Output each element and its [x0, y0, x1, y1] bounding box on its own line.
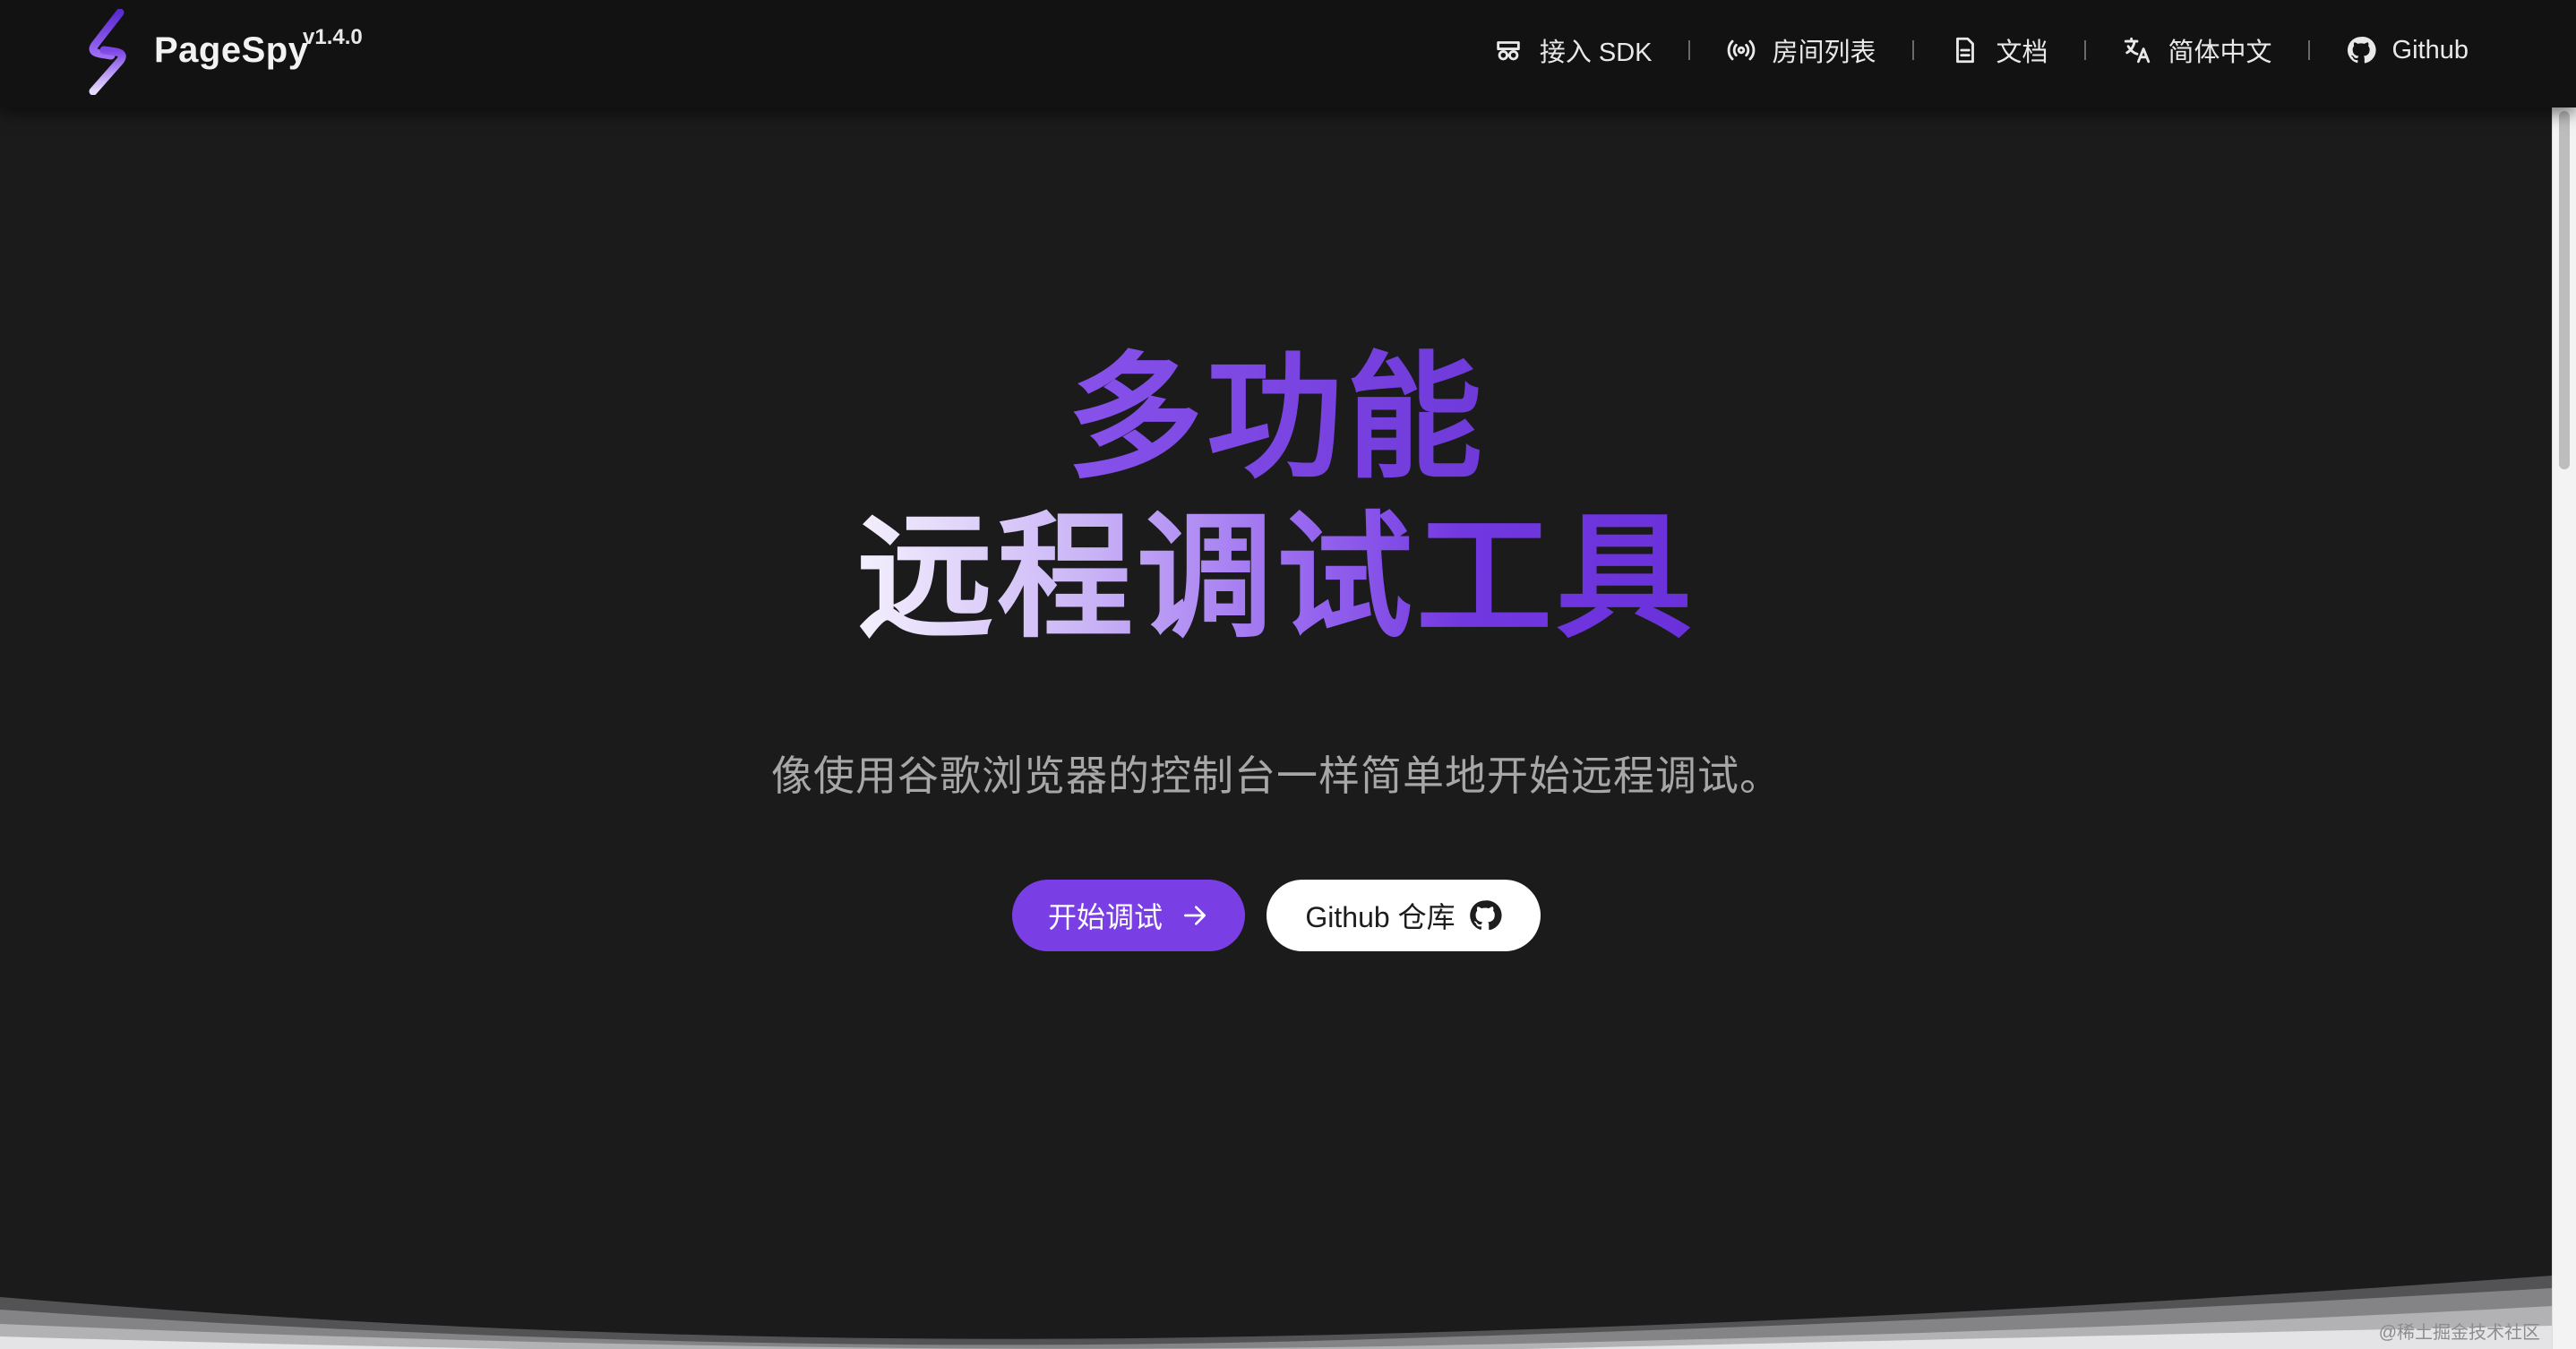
nav-item-language[interactable]: 简体中文	[2122, 31, 2272, 69]
hero-title-line2: 远程调试工具	[0, 502, 2553, 654]
nav-item-docs-label: 文档	[1996, 39, 2048, 67]
hero-title-line2-text: 远程调试工具	[857, 502, 1696, 654]
nav-item-sdk-label: 接入 SDK	[1539, 39, 1653, 67]
main-nav: 接入 SDK 房间列表 文档 简体中文 Github	[1493, 27, 2469, 73]
github-repo-button[interactable]: Github 仓库	[1267, 880, 1541, 951]
nav-divider	[1911, 40, 1914, 60]
github-icon	[1469, 900, 1502, 931]
nav-divider	[2083, 40, 2086, 60]
nav-item-sdk[interactable]: 接入 SDK	[1493, 31, 1653, 69]
nav-item-github[interactable]: Github	[2346, 35, 2469, 65]
github-repo-label: Github 仓库	[1305, 901, 1455, 933]
broadcast-icon	[1727, 39, 1755, 61]
nav-divider	[2307, 40, 2310, 60]
translate-icon	[2124, 37, 2150, 64]
hero-title-line1: 多功能	[0, 342, 2553, 494]
version-badge: v1.4.0	[303, 25, 363, 49]
hero-section: 多功能 远程调试工具 像使用谷歌浏览器的控制台一样简单地开始远程调试。 开始调试…	[0, 107, 2553, 1349]
vertical-scrollbar[interactable]	[2552, 107, 2576, 1349]
hero-subtitle: 像使用谷歌浏览器的控制台一样简单地开始远程调试。	[771, 752, 1782, 799]
start-debug-button[interactable]: 开始调试	[1012, 880, 1245, 951]
arrow-right-icon	[1184, 906, 1206, 925]
hero-actions: 开始调试 Github 仓库	[0, 880, 2553, 951]
nav-item-language-label: 简体中文	[2168, 39, 2272, 67]
page: PageSpy v1.4.0 接入 SDK 房间列表 文档 简体中文 Githu…	[0, 0, 2576, 1349]
nav-item-github-label: Github	[2391, 35, 2469, 64]
bottom-wave-decoration	[0, 1276, 2553, 1349]
nav-item-rooms[interactable]: 房间列表	[1726, 31, 1876, 69]
top-navbar: PageSpy v1.4.0 接入 SDK 房间列表 文档 简体中文 Githu…	[0, 0, 2576, 107]
document-icon	[1955, 37, 1974, 64]
nav-item-docs[interactable]: 文档	[1950, 31, 2048, 69]
github-icon	[2347, 37, 2376, 64]
brand-name[interactable]: PageSpy	[154, 30, 308, 71]
start-debug-label: 开始调试	[1047, 901, 1163, 933]
watermark: @稀土掘金技术社区	[2378, 1323, 2540, 1343]
pagespy-logo-icon[interactable]	[81, 9, 134, 95]
nav-item-rooms-label: 房间列表	[1772, 39, 1876, 67]
nav-divider	[1687, 40, 1690, 60]
sdk-icon	[1497, 41, 1520, 61]
scrollbar-thumb[interactable]	[2559, 111, 2570, 469]
